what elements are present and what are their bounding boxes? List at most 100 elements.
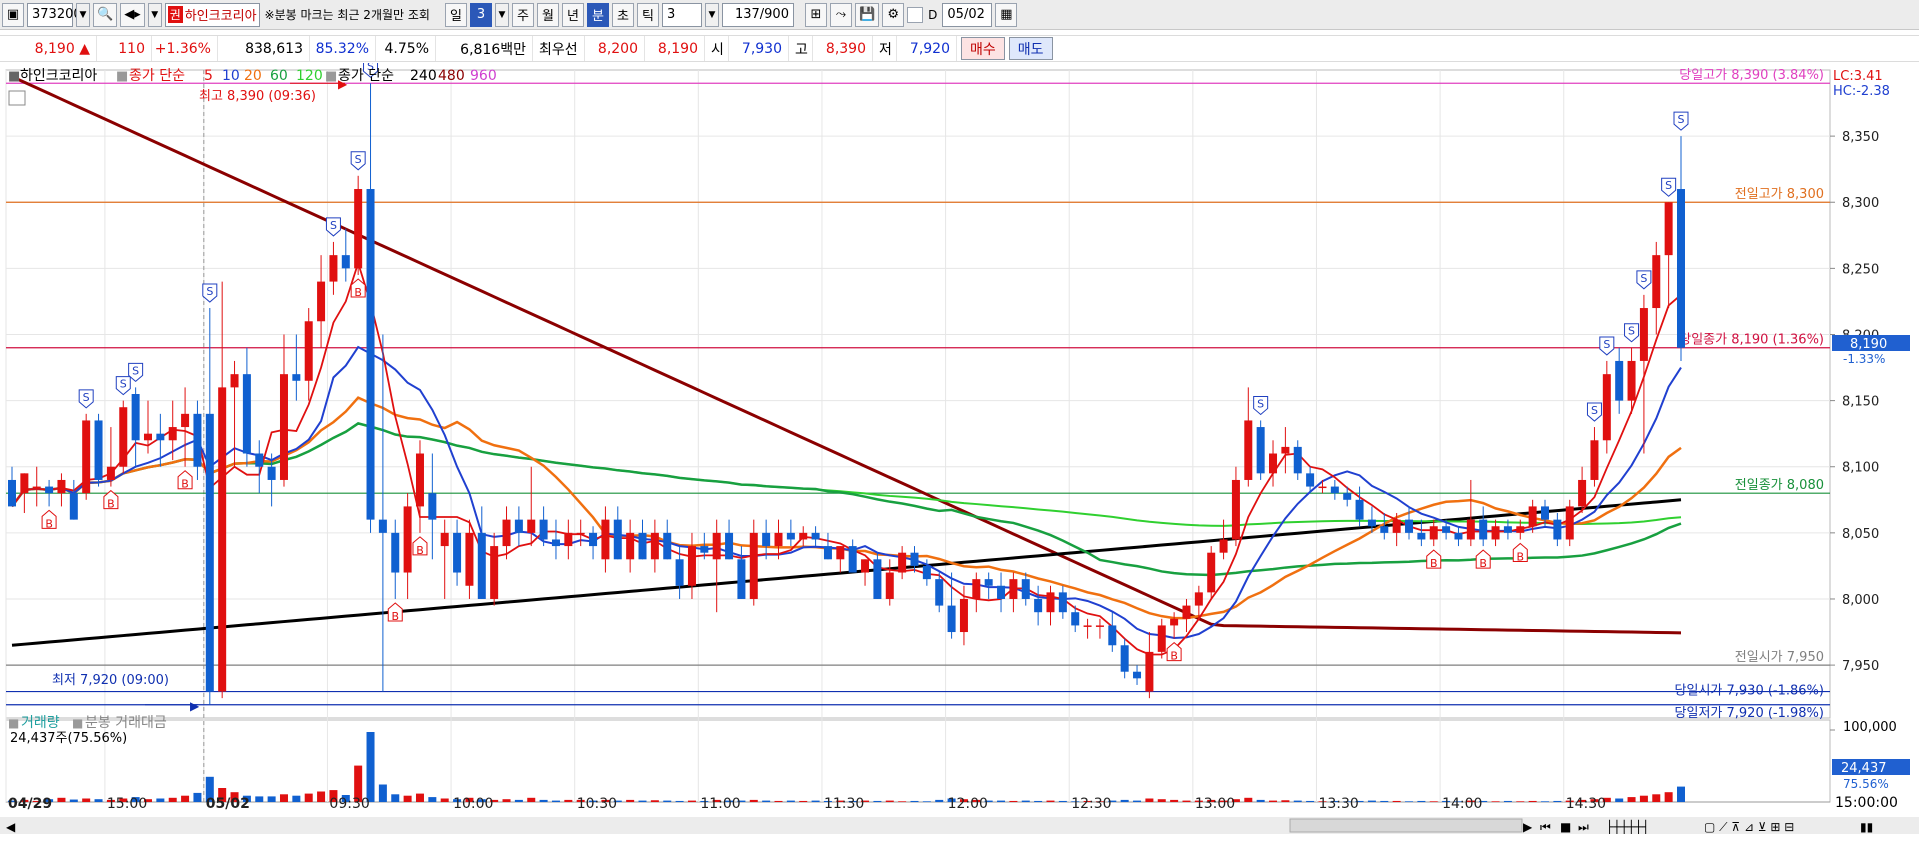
quote-price-cell: 8,190 ▲ <box>0 36 97 61</box>
toggle-panel-icon[interactable]: ▮▮ <box>1860 820 1873 834</box>
volume-bar <box>69 799 78 802</box>
window-menu-icon[interactable]: ▣ <box>2 2 24 27</box>
candle <box>242 374 251 454</box>
count-input[interactable]: 137/900 <box>721 2 794 27</box>
candle <box>1454 532 1463 540</box>
stock-name: 하인크코리아 <box>184 9 257 24</box>
volume-bar <box>1615 798 1624 802</box>
volume-bar <box>1417 800 1426 802</box>
low-note-arrow-head: ▶ <box>190 699 200 713</box>
candle <box>1590 440 1599 480</box>
volume-bar <box>378 784 387 802</box>
reference-line-label: 당일종가 8,190 (1.36%) <box>1679 333 1824 348</box>
candle <box>762 532 771 547</box>
y-tick-label: 7,950 <box>1842 659 1879 674</box>
history-icon[interactable]: ◀▸ <box>120 2 145 27</box>
sell-signal-letter: S <box>1678 113 1685 126</box>
period-year[interactable]: 년 <box>561 2 584 27</box>
search-icon[interactable]: 🔍 <box>93 2 118 27</box>
volume-bar <box>156 798 165 802</box>
volume-bar <box>403 795 412 802</box>
period-second[interactable]: 초 <box>611 2 634 27</box>
stock-code-input[interactable]: 373200 <box>27 2 82 27</box>
volume-value-label: 24,437주(75.56%) <box>10 731 127 746</box>
chart-tools-icon[interactable]: ⊞ <box>804 2 827 27</box>
candle <box>848 546 857 573</box>
date-input[interactable]: 05/02 <box>942 2 993 27</box>
candle <box>428 493 437 520</box>
period-day-count[interactable]: 3 <box>469 2 492 27</box>
candle <box>279 374 288 480</box>
candle <box>1095 625 1104 627</box>
interval-dropdown-icon[interactable]: ▼ <box>704 2 719 27</box>
sell-button[interactable]: 매도 <box>1008 37 1053 60</box>
draw-tools-icon[interactable]: ▢ ⟋ ⊼ ⊿ ⊻ ⊞ ⊟ <box>1704 820 1794 834</box>
y-tick-label: 8,350 <box>1842 130 1879 145</box>
x-tick-label: 12:00 <box>948 796 988 812</box>
candle <box>8 479 16 507</box>
candle <box>57 479 66 494</box>
scroll-stop-icon[interactable]: ■ <box>1560 820 1571 834</box>
scroll-left-icon[interactable]: ◀ <box>6 820 16 834</box>
candle <box>1058 592 1067 613</box>
volume-bar <box>514 799 523 802</box>
volume-bar <box>762 800 771 802</box>
open-price: 7,930 <box>729 36 789 61</box>
volume-bar <box>1281 800 1290 802</box>
candle <box>663 532 672 560</box>
y-tick-label: 8,100 <box>1842 461 1879 476</box>
scroll-last-icon[interactable]: ⏭ <box>1578 820 1589 834</box>
buy-signal-letter: B <box>107 498 115 511</box>
candle <box>1405 519 1414 533</box>
period-day[interactable]: 일 <box>444 2 467 27</box>
sell-signal-letter: S <box>1640 272 1647 285</box>
history-dropdown-icon[interactable]: ▼ <box>147 2 162 27</box>
buy-button[interactable]: 매수 <box>961 37 1005 60</box>
save-icon[interactable]: 💾 <box>854 2 880 27</box>
period-minute[interactable]: 분 <box>586 2 609 27</box>
scroll-first-icon[interactable]: ⏮ <box>1540 820 1551 834</box>
candle <box>317 281 326 322</box>
candle <box>1244 420 1253 480</box>
volume-bar <box>1157 799 1166 802</box>
volume-bar <box>255 796 264 802</box>
candle <box>1330 486 1339 494</box>
scroll-right-icon[interactable]: ▶ <box>1523 820 1533 834</box>
best-quote-label: 최우선 <box>533 36 585 61</box>
period-week[interactable]: 주 <box>511 2 534 27</box>
candle <box>1565 506 1574 540</box>
volume-bar <box>1170 799 1179 802</box>
candle <box>267 466 276 480</box>
volume-bar <box>1639 795 1648 802</box>
candle <box>650 532 659 560</box>
code-dropdown-icon[interactable]: ▼ <box>76 2 90 27</box>
volume-bar <box>168 797 177 802</box>
date-checkbox[interactable] <box>907 6 924 23</box>
volume-bar <box>1046 800 1055 802</box>
zoom-slider-icon[interactable]: ├┼┼┼┼┤ <box>1606 819 1649 834</box>
settings-gear-icon[interactable]: ⚙ <box>882 2 905 27</box>
day-count-dropdown-icon[interactable]: ▼ <box>494 2 509 27</box>
y-tick-label: 8,300 <box>1842 196 1879 211</box>
candle <box>131 394 140 441</box>
candle <box>1491 526 1500 540</box>
period-month[interactable]: 월 <box>536 2 559 27</box>
volume-bar <box>428 797 437 802</box>
volume-legend-marker: ■ <box>8 716 19 730</box>
trade-amount: 6,816백만 <box>436 36 533 61</box>
volume-bar <box>1182 800 1191 802</box>
chart-grid-toggle-icon[interactable] <box>8 90 26 106</box>
toolbar: ▣ 373200 ▼ 🔍 ◀▸ ▼ 권 하인크코리아 ※분봉 마크는 최근 2개… <box>0 0 1919 30</box>
legend-ma10: 10 <box>222 68 240 84</box>
calendar-icon[interactable]: ▦ <box>995 2 1018 27</box>
interval-input[interactable]: 3 <box>661 2 702 27</box>
volume-bar <box>1553 800 1562 802</box>
candle <box>947 605 956 633</box>
buy-signal-letter: B <box>416 544 424 557</box>
sell-signal-letter: S <box>1257 397 1264 410</box>
price-chart[interactable]: 당일고가 8,390 (3.84%) 전일고가 8,300 당일종가 8,190 (… <box>0 63 1919 843</box>
period-tick[interactable]: 틱 <box>636 2 659 27</box>
scroll-thumb[interactable] <box>1289 818 1523 833</box>
indicator-icon[interactable]: ⤳ <box>829 2 852 27</box>
volume-bar <box>650 800 659 802</box>
